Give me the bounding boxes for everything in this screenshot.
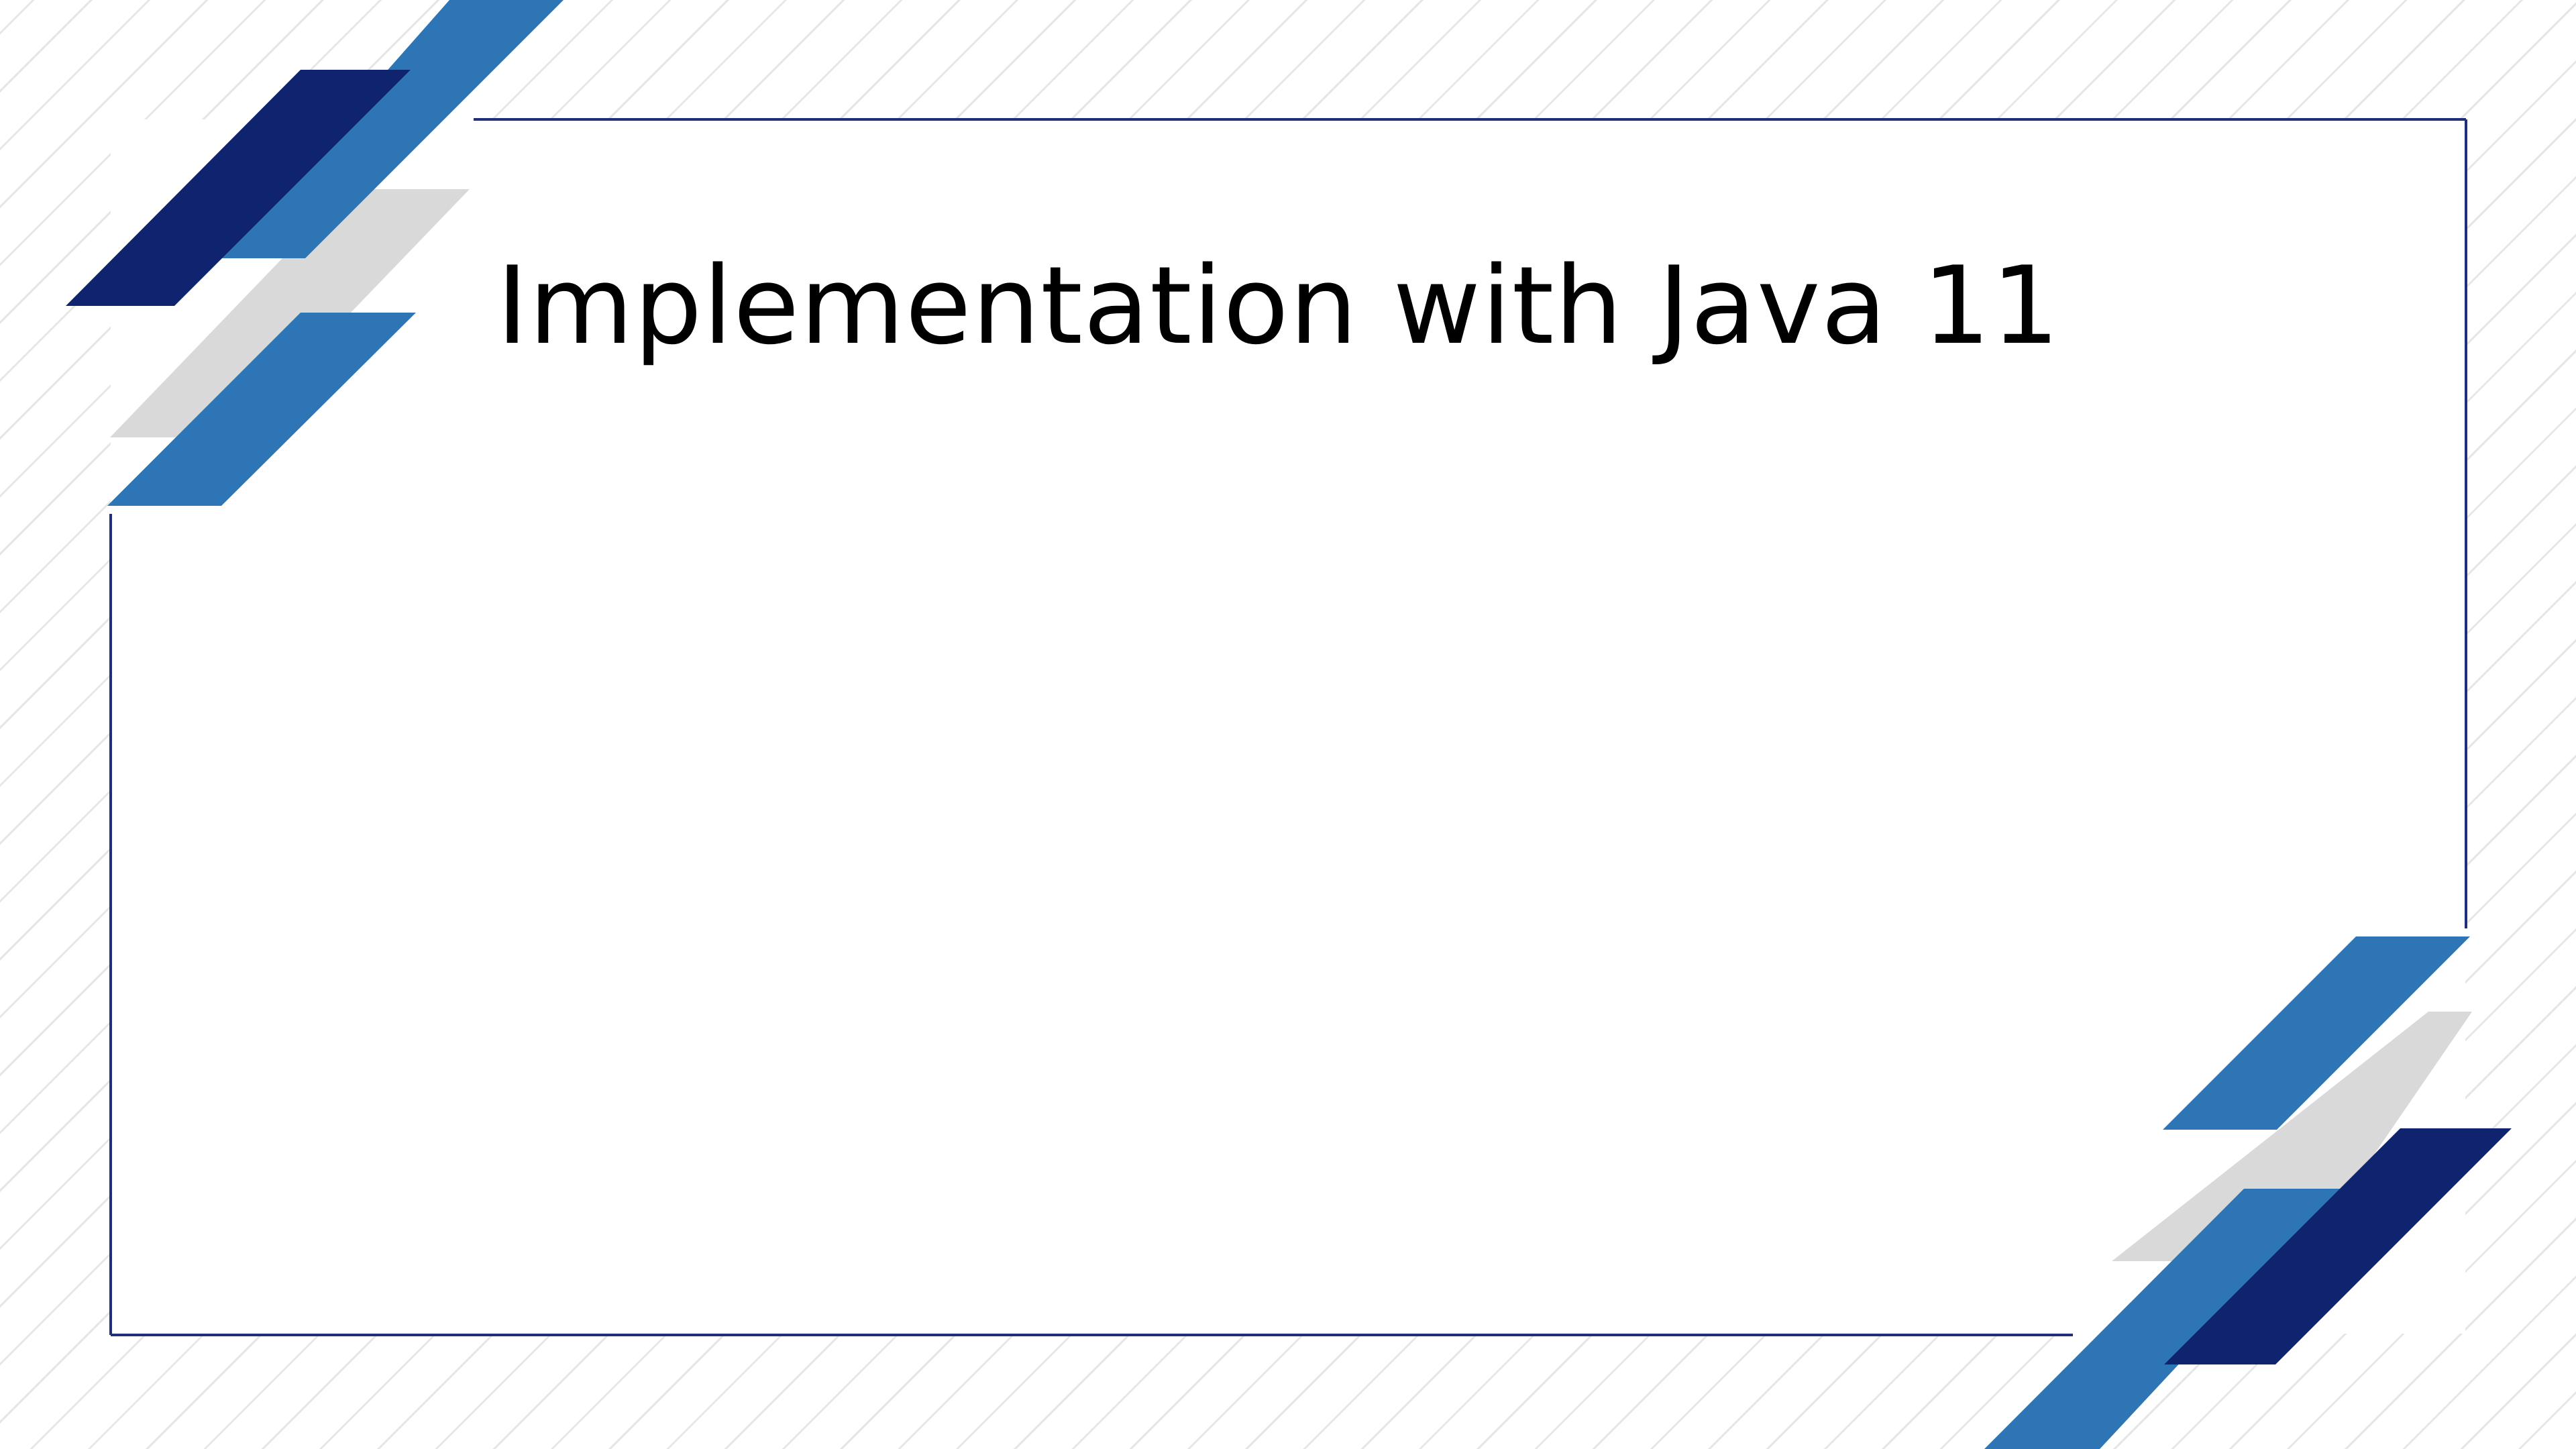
slide-title: Implementation with Java 11 — [496, 243, 2061, 368]
slide: Implementation with Java 11 — [0, 0, 2576, 1449]
frame-border — [109, 118, 2467, 1336]
